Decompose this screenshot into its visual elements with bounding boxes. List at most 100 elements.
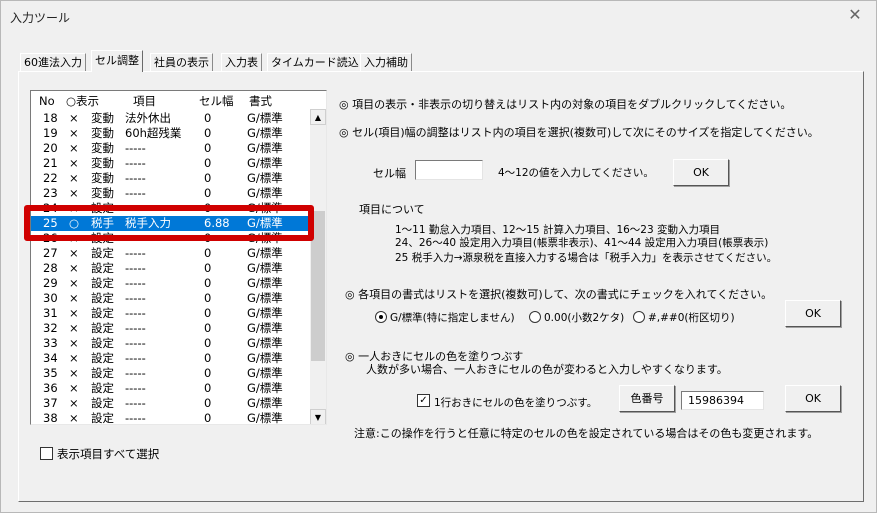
list-cell-format: G/標準 bbox=[247, 336, 283, 350]
alternate-row-color-checkbox[interactable]: ✓ bbox=[417, 394, 430, 407]
list-cell-width: 0 bbox=[204, 111, 212, 125]
cell-width-label: セル幅 bbox=[373, 167, 406, 180]
list-cell-width: 6.88 bbox=[204, 216, 230, 230]
list-cell-no: 28 bbox=[43, 261, 58, 275]
list-cell-kind: 変動 bbox=[91, 171, 114, 185]
list-cell-format: G/標準 bbox=[247, 141, 283, 155]
format-ok-button[interactable]: OK bbox=[785, 300, 841, 327]
list-cell-width: 0 bbox=[204, 336, 212, 350]
list-cell-kind: 設定 bbox=[91, 411, 114, 425]
list-cell-format: G/標準 bbox=[247, 246, 283, 260]
header-show: ○表示 bbox=[66, 94, 100, 108]
color-description: 人数が多い場合、一人おきにセルの色が変わると入力しやすくなります。 bbox=[366, 363, 728, 376]
list-cell-kind: 変動 bbox=[91, 156, 114, 170]
list-cell-format: G/標準 bbox=[247, 366, 283, 380]
info-width-text: ◎ セル(項目)幅の調整はリスト内の項目を選択(複数可)して次にそのサイズを指定… bbox=[339, 126, 819, 139]
list-cell-no: 22 bbox=[43, 171, 58, 185]
list-cell-show: × bbox=[69, 306, 79, 320]
format-option-decimal: 0.00(小数2ケタ) bbox=[544, 312, 625, 324]
tab-cell-adjust[interactable]: セル調整 bbox=[91, 50, 143, 72]
tab-employee-display[interactable]: 社員の表示 bbox=[150, 53, 213, 71]
list-cell-kind: 設定 bbox=[91, 396, 114, 410]
list-cell-format: G/標準 bbox=[247, 381, 283, 395]
list-cell-format: G/標準 bbox=[247, 186, 283, 200]
format-option-general: G/標準(特に指定しません) bbox=[390, 312, 515, 324]
list-cell-show: × bbox=[69, 396, 79, 410]
header-no: No bbox=[39, 94, 55, 108]
list-cell-format: G/標準 bbox=[247, 306, 283, 320]
format-radio-general[interactable] bbox=[375, 311, 387, 323]
list-cell-show: × bbox=[69, 141, 79, 155]
list-cell-kind: 変動 bbox=[91, 126, 114, 140]
select-all-label: 表示項目すべて選択 bbox=[57, 447, 160, 461]
list-cell-width: 0 bbox=[204, 321, 212, 335]
list-cell-item: ----- bbox=[125, 351, 146, 365]
list-cell-show: ○ bbox=[69, 216, 80, 230]
list-cell-kind: 設定 bbox=[91, 276, 114, 290]
list-cell-item: ----- bbox=[125, 411, 146, 425]
list-cell-width: 0 bbox=[204, 141, 212, 155]
list-cell-no: 38 bbox=[43, 411, 58, 425]
list-cell-item: ----- bbox=[125, 336, 146, 350]
list-cell-show: × bbox=[69, 276, 79, 290]
list-cell-no: 33 bbox=[43, 336, 58, 350]
color-ok-button[interactable]: OK bbox=[785, 385, 841, 412]
list-cell-show: × bbox=[69, 111, 79, 125]
list-cell-width: 0 bbox=[204, 201, 212, 215]
cell-width-input[interactable] bbox=[415, 160, 483, 180]
list-cell-show: × bbox=[69, 366, 79, 380]
list-cell-width: 0 bbox=[204, 366, 212, 380]
list-cell-no: 25 bbox=[43, 216, 58, 230]
tab-60-base-input[interactable]: 60進法入力 bbox=[20, 53, 86, 71]
cell-width-ok-button[interactable]: OK bbox=[673, 159, 729, 186]
color-number-button[interactable]: 色番号 bbox=[619, 385, 675, 412]
color-number-input[interactable]: 15986394 bbox=[681, 391, 764, 410]
list-cell-kind: 税手 bbox=[91, 216, 114, 230]
format-radio-thousands[interactable] bbox=[633, 311, 645, 323]
list-cell-kind: 設定 bbox=[91, 321, 114, 335]
tab-input-table[interactable]: 入力表 bbox=[221, 53, 262, 71]
list-cell-no: 18 bbox=[43, 111, 58, 125]
list-cell-width: 0 bbox=[204, 231, 212, 245]
list-cell-width: 0 bbox=[204, 246, 212, 260]
list-cell-format: G/標準 bbox=[247, 261, 283, 275]
list-cell-no: 24 bbox=[43, 201, 58, 215]
list-cell-kind: 設定 bbox=[91, 306, 114, 320]
list-cell-format: G/標準 bbox=[247, 111, 283, 125]
list-cell-kind: 設定 bbox=[91, 381, 114, 395]
list-cell-item: ----- bbox=[125, 291, 146, 305]
list-cell-format: G/標準 bbox=[247, 411, 283, 425]
list-cell-format: G/標準 bbox=[247, 201, 283, 215]
scroll-down-button[interactable]: ▼ bbox=[310, 409, 326, 424]
list-cell-no: 31 bbox=[43, 306, 58, 320]
select-all-checkbox[interactable] bbox=[40, 447, 53, 460]
scroll-up-button[interactable]: ▲ bbox=[310, 109, 326, 125]
list-cell-format: G/標準 bbox=[247, 171, 283, 185]
close-icon[interactable]: ✕ bbox=[844, 4, 866, 26]
list-cell-format: G/標準 bbox=[247, 231, 283, 245]
list-cell-no: 36 bbox=[43, 381, 58, 395]
list-row[interactable]: 25 ○ 税手 税手入力 6.88 G/標準 bbox=[31, 216, 308, 231]
tab-input-assist[interactable]: 入力補助 bbox=[360, 53, 412, 71]
list-cell-kind: 設定 bbox=[91, 261, 114, 275]
list-cell-no: 37 bbox=[43, 396, 58, 410]
list-cell-no: 21 bbox=[43, 156, 58, 170]
list-cell-kind: 設定 bbox=[91, 351, 114, 365]
info-toggle-text: ◎ 項目の表示・非表示の切り替えはリスト内の対象の項目をダブルクリックしてくださ… bbox=[339, 98, 792, 111]
list-cell-no: 26 bbox=[43, 231, 58, 245]
list-cell-format: G/標準 bbox=[247, 321, 283, 335]
dialog-window: 入力ツール ✕ 60進法入力 セル調整 社員の表示 入力表 タイムカード読込 入… bbox=[0, 0, 877, 513]
list-scrollbar[interactable]: ▲ ▼ bbox=[310, 109, 326, 424]
header-format: 書式 bbox=[249, 94, 272, 108]
list-cell-show: × bbox=[69, 411, 79, 425]
tab-timecard-import[interactable]: タイムカード読込 bbox=[267, 53, 363, 71]
scroll-thumb[interactable] bbox=[311, 211, 325, 361]
list-cell-no: 23 bbox=[43, 186, 58, 200]
list-cell-show: × bbox=[69, 201, 79, 215]
format-radio-decimal[interactable] bbox=[529, 311, 541, 323]
item-list[interactable]: No ○表示 項目 セル幅 書式 18 × 変動 法外休出 0 G/標準 19 × 変動 60h超… bbox=[30, 90, 327, 425]
list-cell-item: ----- bbox=[125, 381, 146, 395]
list-cell-width: 0 bbox=[204, 306, 212, 320]
list-cell-no: 20 bbox=[43, 141, 58, 155]
list-cell-width: 0 bbox=[204, 276, 212, 290]
